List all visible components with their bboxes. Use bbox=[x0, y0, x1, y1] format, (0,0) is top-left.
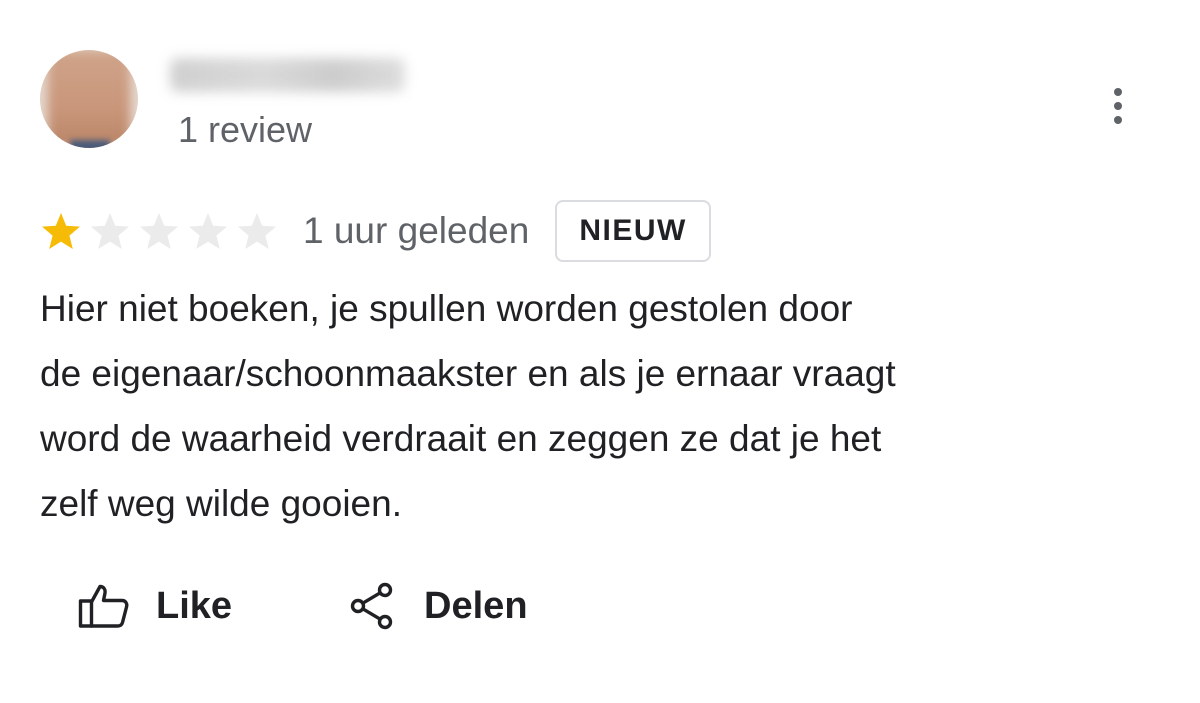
star-empty-icon bbox=[236, 211, 278, 251]
avatar-blurred-shirt bbox=[70, 140, 110, 148]
avatar[interactable] bbox=[40, 50, 138, 148]
review-text-line: zelf weg wilde gooien. bbox=[40, 483, 402, 524]
like-button[interactable]: Like bbox=[78, 583, 232, 629]
star-empty-icon bbox=[138, 211, 180, 251]
thumbs-up-icon bbox=[78, 583, 130, 629]
like-label: Like bbox=[156, 584, 233, 627]
review-text-line: de eigenaar/schoonmaakster en als je ern… bbox=[40, 353, 896, 394]
star-filled-icon bbox=[40, 211, 82, 251]
avatar-blurred-photo bbox=[48, 50, 130, 148]
rating-row: 1 uur geleden NIEUW bbox=[40, 198, 711, 264]
new-badge: NIEUW bbox=[555, 200, 711, 262]
more-vertical-icon-dot bbox=[1114, 102, 1122, 110]
star-rating bbox=[40, 211, 285, 251]
review-actions: Like Delen bbox=[78, 578, 528, 634]
review-text-line: Hier niet boeken, je spullen worden gest… bbox=[40, 288, 853, 329]
more-vertical-icon-dot bbox=[1114, 116, 1122, 124]
star-empty-icon bbox=[89, 211, 131, 251]
share-label: Delen bbox=[424, 584, 528, 627]
review-count: 1 review bbox=[178, 109, 313, 150]
more-options-button[interactable] bbox=[1098, 82, 1138, 130]
share-icon bbox=[350, 582, 394, 630]
reviewer-name-blurred[interactable] bbox=[170, 58, 405, 92]
star-empty-icon bbox=[187, 211, 229, 251]
review-text: Hier niet boeken, je spullen worden gest… bbox=[40, 276, 1140, 536]
review-text-line: word de waarheid verdraait en zeggen ze … bbox=[40, 418, 882, 459]
review-time: 1 uur geleden bbox=[303, 210, 530, 251]
share-button[interactable]: Delen bbox=[350, 582, 528, 630]
more-vertical-icon bbox=[1114, 88, 1122, 96]
